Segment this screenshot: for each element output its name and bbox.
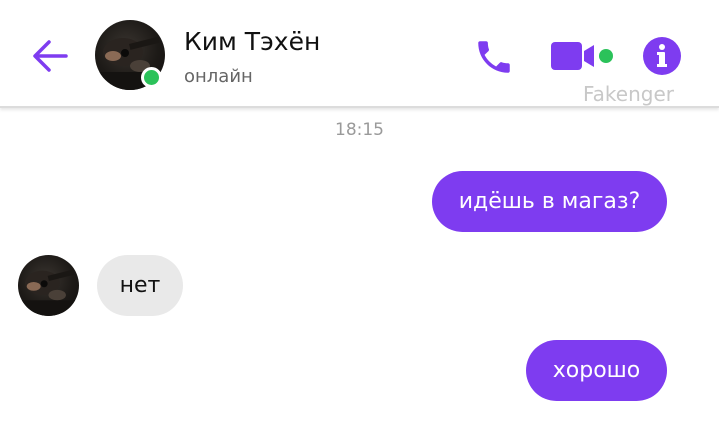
guitar-photo-icon <box>18 269 79 316</box>
watermark: Fakenger <box>583 82 674 106</box>
video-available-indicator <box>599 49 613 63</box>
contact-status: онлайн <box>184 66 253 87</box>
back-button[interactable] <box>30 36 70 76</box>
chat-header: Ким Тэхён онлайн Fakenger <box>0 0 719 108</box>
sender-avatar[interactable] <box>18 255 79 316</box>
video-call-button[interactable] <box>550 38 598 74</box>
phone-icon <box>478 41 510 73</box>
incoming-message[interactable]: нет <box>97 255 183 316</box>
outgoing-message[interactable]: идёшь в магаз? <box>432 171 667 232</box>
arrow-left-icon <box>33 40 68 72</box>
chat-screen: Ким Тэхён онлайн Fakenger 18:15 идёшь в … <box>0 0 719 423</box>
outgoing-message[interactable]: хорошо <box>526 340 667 401</box>
video-camera-icon <box>551 42 594 70</box>
contact-name: Ким Тэхён <box>184 27 321 56</box>
info-button[interactable] <box>642 36 682 76</box>
call-button[interactable] <box>473 36 515 78</box>
contact-avatar-container[interactable] <box>95 20 165 90</box>
message-timestamp: 18:15 <box>335 120 384 140</box>
info-icon <box>643 37 681 75</box>
online-status-indicator <box>141 67 162 88</box>
